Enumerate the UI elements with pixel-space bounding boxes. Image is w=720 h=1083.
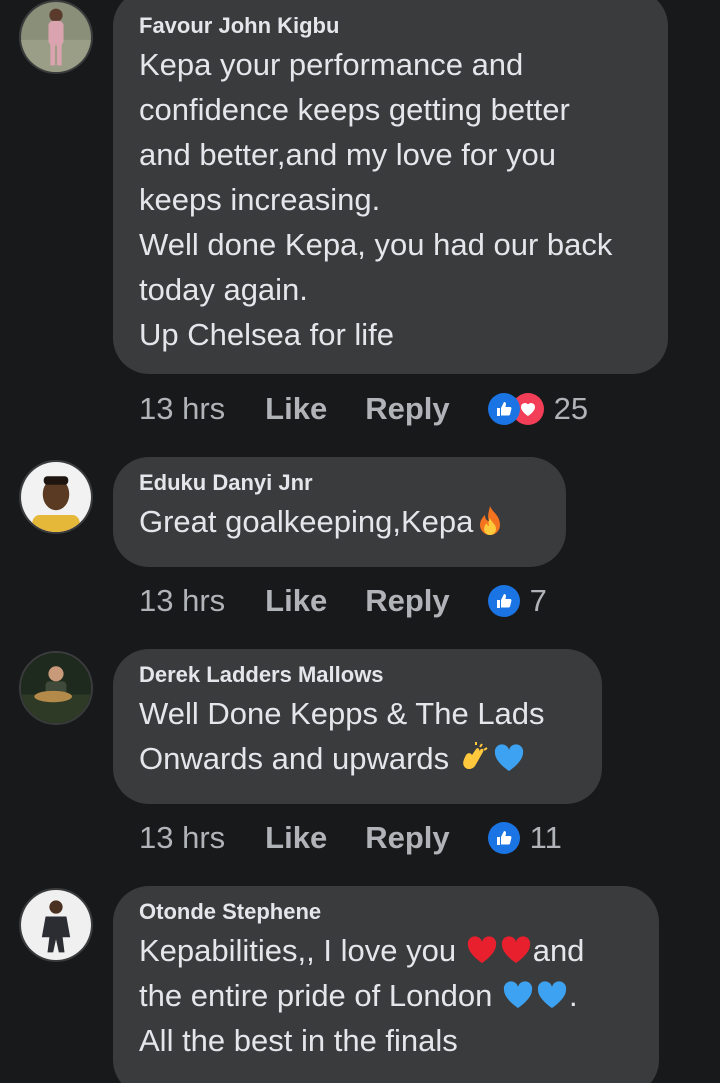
comment-author[interactable]: Otonde Stephene [139, 898, 633, 926]
comment-feed: Favour John Kigbu Kepa your performance … [0, 0, 720, 1083]
comment-bubble: Otonde Stephene Kepabilities,, I love yo… [113, 886, 659, 1083]
clapping-hands-emoji-icon [462, 742, 488, 769]
like-button[interactable]: Like [265, 583, 327, 619]
reaction-count[interactable]: 25 [554, 391, 588, 427]
fire-emoji-icon [480, 506, 501, 535]
comment-actions: 13 hrs Like Reply 25 [139, 391, 588, 427]
comment-author[interactable]: Eduku Danyi Jnr [139, 469, 540, 497]
avatar[interactable] [19, 651, 93, 725]
comment-bubble: Derek Ladders Mallows Well Done Kepps & … [113, 649, 602, 804]
comment-text: Great goalkeeping,Kepa [139, 499, 540, 544]
comment-timestamp[interactable]: 13 hrs [139, 583, 225, 619]
comment-bubble: Eduku Danyi Jnr Great goalkeeping,Kepa [113, 457, 566, 567]
avatar[interactable] [19, 460, 93, 534]
avatar[interactable] [19, 0, 93, 74]
reply-button[interactable]: Reply [365, 820, 449, 856]
reply-button[interactable]: Reply [365, 391, 449, 427]
like-reaction-icon [487, 393, 520, 425]
reaction-count[interactable]: 7 [530, 583, 547, 619]
comment-text: Kepabilities,, I love you and the entire … [139, 933, 585, 1058]
blue-heart-emoji-icon [503, 981, 533, 1008]
comment-text: Well Done Kepps & The Lads Onwards and up… [139, 696, 545, 776]
reaction-summary[interactable] [487, 585, 520, 617]
avatar[interactable] [19, 888, 93, 962]
like-reaction-icon [487, 822, 520, 854]
reply-button[interactable]: Reply [365, 583, 449, 619]
comment-timestamp[interactable]: 13 hrs [139, 391, 225, 427]
reaction-summary[interactable] [487, 393, 544, 425]
like-button[interactable]: Like [265, 820, 327, 856]
comment-actions: 13 hrs Like Reply 11 [139, 820, 562, 856]
comment-text: Kepa your performance and confidence keep… [139, 47, 613, 352]
comment-actions: 13 hrs Like Reply 7 [139, 583, 547, 619]
red-heart-emoji-icon [467, 936, 496, 963]
red-heart-emoji-icon [501, 936, 530, 963]
comment-author[interactable]: Favour John Kigbu [139, 12, 642, 40]
reaction-count[interactable]: 11 [530, 820, 562, 856]
like-reaction-icon [487, 585, 520, 617]
like-button[interactable]: Like [265, 391, 327, 427]
reaction-summary[interactable] [487, 822, 520, 854]
comment-bubble: Favour John Kigbu Kepa your performance … [113, 0, 668, 374]
comment-author[interactable]: Derek Ladders Mallows [139, 661, 576, 689]
comment-timestamp[interactable]: 13 hrs [139, 820, 225, 856]
blue-heart-emoji-icon [494, 744, 523, 771]
blue-heart-emoji-icon [537, 981, 567, 1008]
